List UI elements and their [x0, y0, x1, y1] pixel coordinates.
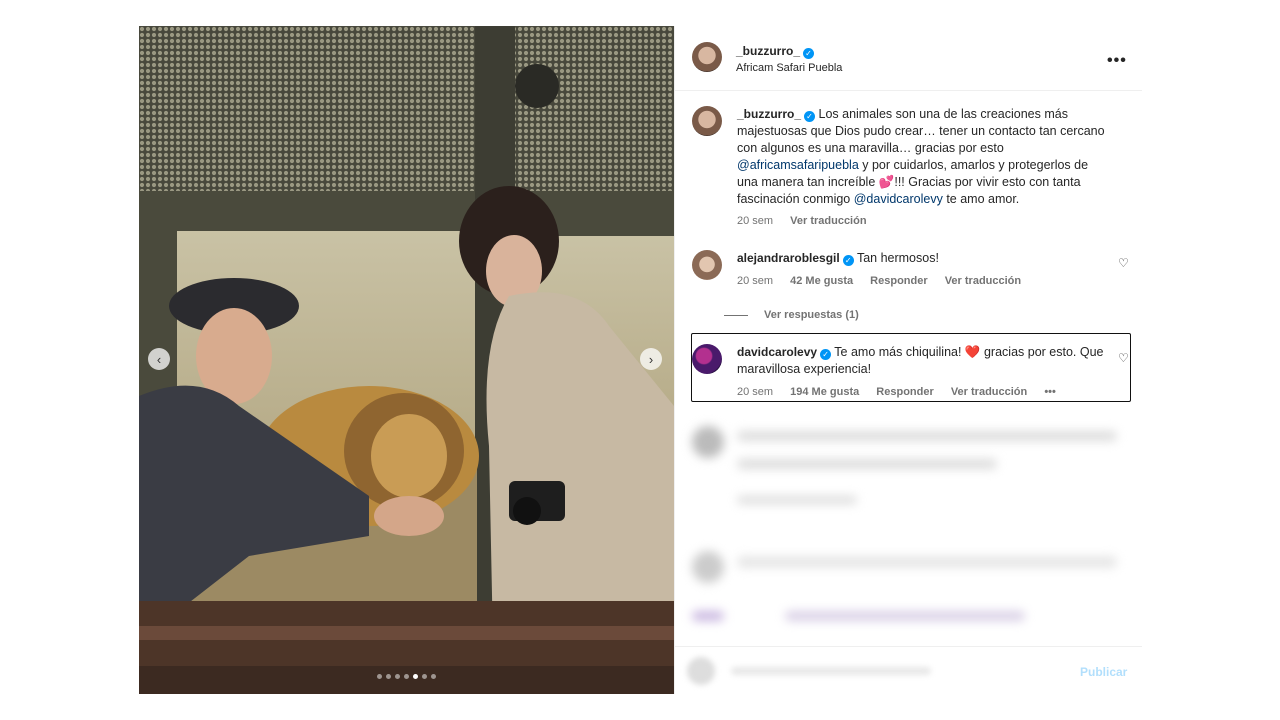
publish-button[interactable]: Publicar	[1080, 665, 1127, 679]
comment-text: Tan hermosos!	[856, 251, 939, 265]
post-author-username[interactable]: _buzzurro_	[736, 44, 800, 58]
blurred-comments	[675, 411, 1142, 641]
comment-meta: 20 sem 42 Me gusta Responder Ver traducc…	[737, 275, 1035, 287]
commenter-avatar[interactable]	[692, 250, 722, 280]
emoji: ❤️	[964, 345, 981, 359]
caption-username[interactable]: _buzzurro_	[737, 107, 801, 121]
comment-composer: Publicar	[675, 646, 1142, 695]
emoji-icon[interactable]	[687, 657, 715, 685]
mention-link[interactable]: @africamsafaripuebla	[737, 158, 859, 172]
photo-illustration	[139, 26, 674, 694]
emoji: 💕	[878, 175, 895, 189]
more-options-icon[interactable]: •••	[1107, 52, 1127, 70]
translate-link[interactable]: Ver traducción	[951, 386, 1027, 398]
carousel-dot	[431, 674, 436, 679]
post-caption: _buzzurro_ ✓ Los animales son una de las …	[737, 106, 1107, 208]
avatar[interactable]	[692, 42, 722, 72]
comment-more-icon[interactable]: •••	[1044, 386, 1056, 398]
carousel-dot	[377, 674, 382, 679]
post-photo[interactable]: ‹ ›	[139, 26, 674, 694]
comment-username[interactable]: alejandraroblesgil	[737, 251, 840, 265]
carousel-indicator	[139, 674, 674, 679]
carousel-dot	[395, 674, 400, 679]
caption-meta: 20 sem Ver traducción	[737, 215, 881, 227]
commenter-avatar[interactable]	[692, 344, 722, 374]
post-location[interactable]: Africam Safari Puebla	[736, 62, 842, 74]
caption-time[interactable]: 20 sem	[737, 215, 773, 227]
comment-likes[interactable]: 42 Me gusta	[790, 275, 853, 287]
reply-button[interactable]: Responder	[876, 386, 933, 398]
carousel-dot	[386, 674, 391, 679]
chevron-left-icon: ‹	[156, 351, 162, 367]
carousel-dot	[422, 674, 427, 679]
instagram-post: ‹ › _buzzurro_ ✓ Africam Safari Puebla ••…	[139, 26, 1142, 694]
post-header: _buzzurro_ ✓ Africam Safari Puebla •••	[675, 26, 1142, 91]
heart-icon[interactable]: ♡	[1118, 351, 1129, 365]
view-replies-button[interactable]: Ver respuestas (1)	[764, 309, 859, 321]
carousel-dot	[413, 674, 418, 679]
carousel-dot	[404, 674, 409, 679]
caption-text: te amo amor.	[942, 192, 1020, 206]
verified-badge-icon: ✓	[803, 48, 815, 59]
comment-likes[interactable]: 194 Me gusta	[790, 386, 859, 398]
chevron-right-icon: ›	[648, 351, 654, 367]
comment-input[interactable]	[731, 667, 931, 675]
comment-meta: 20 sem 194 Me gusta Responder Ver traduc…	[737, 386, 1070, 398]
comment-time[interactable]: 20 sem	[737, 275, 773, 287]
comment-username[interactable]: davidcarolevy	[737, 345, 817, 359]
reply-button[interactable]: Responder	[870, 275, 927, 287]
verified-badge-icon: ✓	[842, 255, 854, 266]
comment-time[interactable]: 20 sem	[737, 386, 773, 398]
comment: alejandraroblesgil ✓ Tan hermosos!	[737, 250, 939, 267]
comment: davidcarolevy ✓ Te amo más chiquilina! ❤️…	[737, 344, 1107, 378]
post-details-panel: _buzzurro_ ✓ Africam Safari Puebla ••• _b…	[674, 26, 1142, 694]
translate-link[interactable]: Ver traducción	[945, 275, 1021, 287]
verified-badge-icon: ✓	[820, 349, 832, 360]
mention-link[interactable]: @davidcarolevy	[854, 192, 943, 206]
carousel-prev-button[interactable]: ‹	[148, 348, 170, 370]
carousel-next-button[interactable]: ›	[640, 348, 662, 370]
caption-avatar[interactable]	[692, 106, 722, 136]
heart-icon[interactable]: ♡	[1118, 256, 1129, 270]
verified-badge-icon: ✓	[804, 111, 816, 122]
comment-text: Te amo más chiquilina!	[834, 345, 965, 359]
translate-link[interactable]: Ver traducción	[790, 215, 866, 227]
